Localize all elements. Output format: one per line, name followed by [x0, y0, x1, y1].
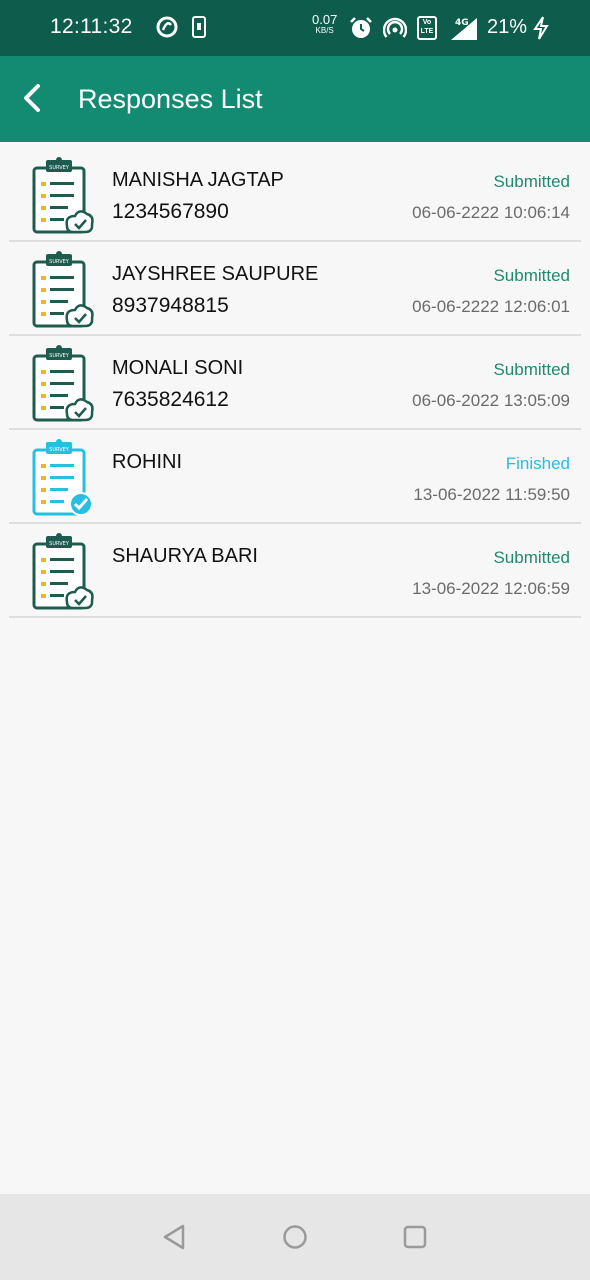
respondent-name: JAYSHREE SAUPURE — [112, 263, 319, 285]
respondent-name: MANISHA JAGTAP — [112, 169, 284, 191]
response-row[interactable]: SURVEY SHAURYA BARI Submitted 13-06-2022… — [9, 524, 581, 618]
survey-clipboard-check-icon: SURVEY — [32, 439, 93, 516]
survey-clipboard-cloud-icon: SURVEY — [32, 251, 94, 328]
alarm-icon — [350, 17, 372, 38]
respondent-phone: 8937948815 — [112, 294, 229, 317]
status-badge: Submitted — [493, 360, 570, 379]
survey-clipboard-cloud-icon: SURVEY — [32, 533, 94, 610]
respondent-name: ROHINI — [112, 451, 182, 473]
survey-label: SURVEY — [49, 447, 70, 453]
status-bar: 12:11:32 0.07 KB/S Vo LTE 4G 21% — [0, 0, 590, 56]
system-nav-bar — [0, 1194, 590, 1280]
network-speed: 0.07 KB/S — [312, 12, 338, 36]
network-type: 4G — [455, 18, 469, 28]
battery-percent: 21% — [487, 16, 528, 38]
response-datetime: 06-06-2022 13:05:09 — [412, 391, 570, 410]
respondent-name: SHAURYA BARI — [112, 545, 258, 567]
nav-back-icon[interactable] — [161, 1223, 189, 1251]
response-datetime: 13-06-2022 12:06:59 — [412, 579, 570, 598]
app-bar: Responses List — [0, 56, 590, 142]
speed-unit: KB/S — [315, 26, 334, 35]
status-badge: Submitted — [493, 266, 570, 285]
survey-label: SURVEY — [49, 541, 70, 547]
response-row[interactable]: SURVEY MANISHA JAGTAP 1234567890 Submitt… — [9, 148, 581, 242]
response-row[interactable]: SURVEY JAYSHREE SAUPURE 8937948815 Submi… — [9, 242, 581, 336]
response-datetime: 06-06-2222 12:06:01 — [412, 297, 570, 316]
volte-badge: Vo LTE — [417, 16, 437, 40]
status-badge: Submitted — [493, 172, 570, 191]
responses-list: SURVEY MANISHA JAGTAP 1234567890 Submitt… — [0, 148, 590, 618]
survey-label: SURVEY — [49, 165, 70, 171]
survey-label: SURVEY — [49, 353, 70, 359]
nav-home-icon[interactable] — [281, 1223, 309, 1251]
response-datetime: 13-06-2022 11:59:50 — [413, 485, 570, 504]
survey-label: SURVEY — [49, 259, 70, 265]
nav-recents-icon[interactable] — [401, 1223, 429, 1251]
signal-4g-icon: 4G — [451, 18, 477, 40]
survey-clipboard-cloud-icon: SURVEY — [32, 157, 94, 234]
speed-value: 0.07 — [312, 12, 338, 27]
response-row[interactable]: SURVEY MONALI SONI 7635824612 Submitted … — [9, 336, 581, 430]
respondent-name: MONALI SONI — [112, 357, 244, 379]
back-arrow-icon[interactable] — [14, 78, 54, 118]
hotspot-icon — [383, 17, 407, 38]
status-badge: Submitted — [493, 548, 570, 567]
sync-app-icon — [156, 16, 178, 38]
charging-icon — [533, 16, 549, 40]
page-title: Responses List — [78, 84, 263, 114]
status-badge: Finished — [505, 454, 570, 473]
clock: 12:11:32 — [50, 15, 133, 38]
survey-clipboard-cloud-icon: SURVEY — [32, 345, 94, 422]
phone-icon — [192, 16, 206, 38]
response-row[interactable]: SURVEY ROHINI Finished 13-06-2022 11:59:… — [9, 430, 581, 524]
response-datetime: 06-06-2222 10:06:14 — [412, 203, 570, 222]
respondent-phone: 7635824612 — [112, 388, 229, 411]
respondent-phone: 1234567890 — [112, 200, 229, 223]
